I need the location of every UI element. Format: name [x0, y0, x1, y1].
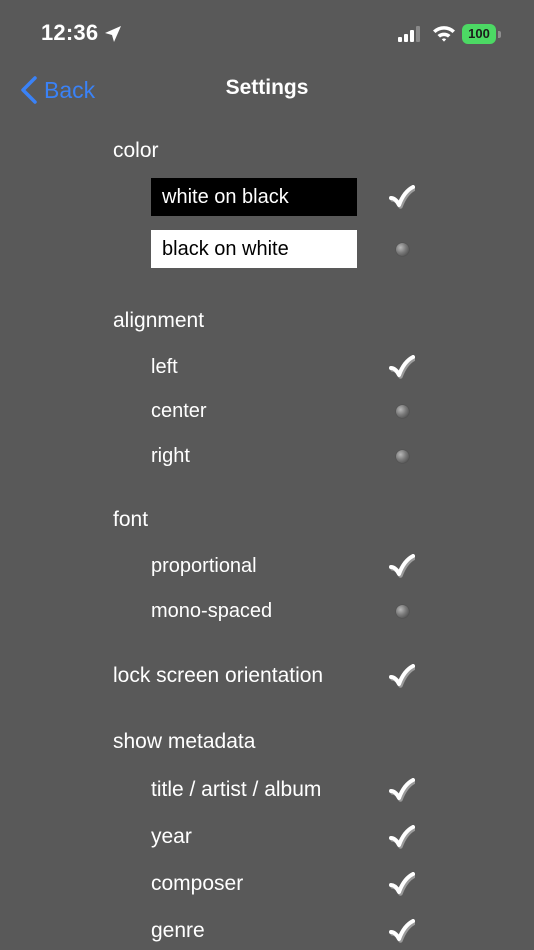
alignment-center-radio[interactable] [386, 395, 418, 427]
metadata-option-composer[interactable]: composer [151, 872, 243, 896]
battery-level: 100 [462, 24, 496, 44]
color-option-white-on-black[interactable]: white on black [151, 178, 357, 216]
status-bar: 12:36 100 [0, 0, 534, 66]
wifi-icon [433, 26, 455, 42]
lock-orientation-label[interactable]: lock screen orientation [113, 664, 323, 688]
alignment-option-center[interactable]: center [151, 399, 207, 423]
font-option-proportional[interactable]: proportional [151, 554, 257, 578]
location-arrow-icon [105, 26, 121, 42]
checkmark-icon [389, 185, 415, 209]
section-title-alignment: alignment [113, 309, 205, 332]
checkmark-icon [389, 919, 415, 943]
battery-nub [498, 31, 501, 38]
checkmark-icon [389, 355, 415, 379]
font-mono-spaced-radio[interactable] [386, 595, 418, 627]
font-option-mono-spaced[interactable]: mono-spaced [151, 599, 272, 623]
color-white-on-black-checkmark[interactable] [386, 181, 418, 213]
checkmark-icon [389, 872, 415, 896]
section-title-color: color [113, 139, 159, 162]
alignment-option-right[interactable]: right [151, 444, 190, 468]
alignment-left-checkmark[interactable] [386, 351, 418, 383]
checkmark-icon [389, 778, 415, 802]
font-proportional-checkmark[interactable] [386, 550, 418, 582]
unselected-dot-icon [395, 242, 409, 256]
section-title-show-metadata: show metadata [113, 730, 256, 753]
alignment-option-left[interactable]: left [151, 355, 178, 379]
unselected-dot-icon [395, 604, 409, 618]
section-title-font: font [113, 508, 149, 531]
metadata-composer-checkmark[interactable] [386, 868, 418, 900]
metadata-year-checkmark[interactable] [386, 821, 418, 853]
metadata-option-title-artist-album[interactable]: title / artist / album [151, 778, 321, 802]
unselected-dot-icon [395, 404, 409, 418]
unselected-dot-icon [395, 449, 409, 463]
metadata-option-genre[interactable]: genre [151, 919, 205, 943]
page-title: Settings [225, 76, 309, 99]
lock-orientation-checkmark[interactable] [386, 660, 418, 692]
checkmark-icon [389, 664, 415, 688]
cellular-signal-icon [398, 26, 420, 42]
status-time: 12:36 [41, 20, 99, 45]
color-black-on-white-radio[interactable] [386, 233, 418, 265]
alignment-right-radio[interactable] [386, 440, 418, 472]
metadata-genre-checkmark[interactable] [386, 915, 418, 947]
color-option-black-on-white[interactable]: black on white [151, 230, 357, 268]
metadata-option-year[interactable]: year [151, 825, 192, 849]
navigation-bar: Back Settings [0, 66, 534, 114]
checkmark-icon [389, 554, 415, 578]
battery-icon: 100 [462, 24, 501, 44]
checkmark-icon [389, 825, 415, 849]
metadata-title-artist-album-checkmark[interactable] [386, 774, 418, 806]
